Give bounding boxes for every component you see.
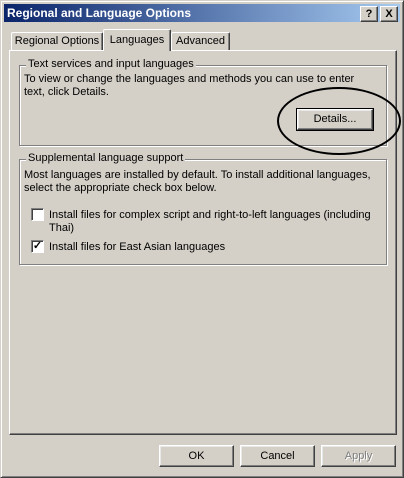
text-services-group: Text services and input languages To vie… <box>19 58 387 146</box>
details-button[interactable]: Details... <box>296 108 374 131</box>
supplemental-group: Supplemental language support Most langu… <box>19 152 387 265</box>
dialog-window: Regional and Language Options ? X Region… <box>0 0 404 478</box>
east-asian-checkbox[interactable]: ✓ <box>31 240 44 253</box>
text-services-description-line2: text, click Details. <box>24 86 109 98</box>
complex-script-label-line1[interactable]: Install files for complex script and rig… <box>49 209 384 222</box>
tab-languages[interactable]: Languages <box>103 29 171 51</box>
supplemental-legend: Supplemental language support <box>26 152 186 164</box>
supplemental-description-line2: select the appropriate check box below. <box>24 182 217 194</box>
text-services-legend: Text services and input languages <box>26 58 196 70</box>
window-title: Regional and Language Options <box>7 6 192 20</box>
apply-button[interactable]: Apply <box>321 445 396 467</box>
ok-button[interactable]: OK <box>159 445 234 467</box>
tab-advanced[interactable]: Advanced <box>171 32 230 51</box>
tab-strip: Regional Options Languages Advanced <box>9 29 397 51</box>
close-button[interactable]: X <box>380 6 398 22</box>
tab-regional-options[interactable]: Regional Options <box>11 32 103 51</box>
title-bar[interactable]: Regional and Language Options ? X <box>4 4 400 22</box>
tab-panel-languages: Text services and input languages To vie… <box>9 50 397 435</box>
help-button[interactable]: ? <box>360 6 378 22</box>
complex-script-checkbox[interactable] <box>31 208 44 221</box>
supplemental-description-line1: Most languages are installed by default.… <box>24 169 371 181</box>
cancel-button[interactable]: Cancel <box>240 445 315 467</box>
east-asian-label[interactable]: Install files for East Asian languages <box>49 241 384 254</box>
text-services-description-line1: To view or change the languages and meth… <box>24 73 355 85</box>
complex-script-label-line2[interactable]: Thai) <box>49 222 384 235</box>
